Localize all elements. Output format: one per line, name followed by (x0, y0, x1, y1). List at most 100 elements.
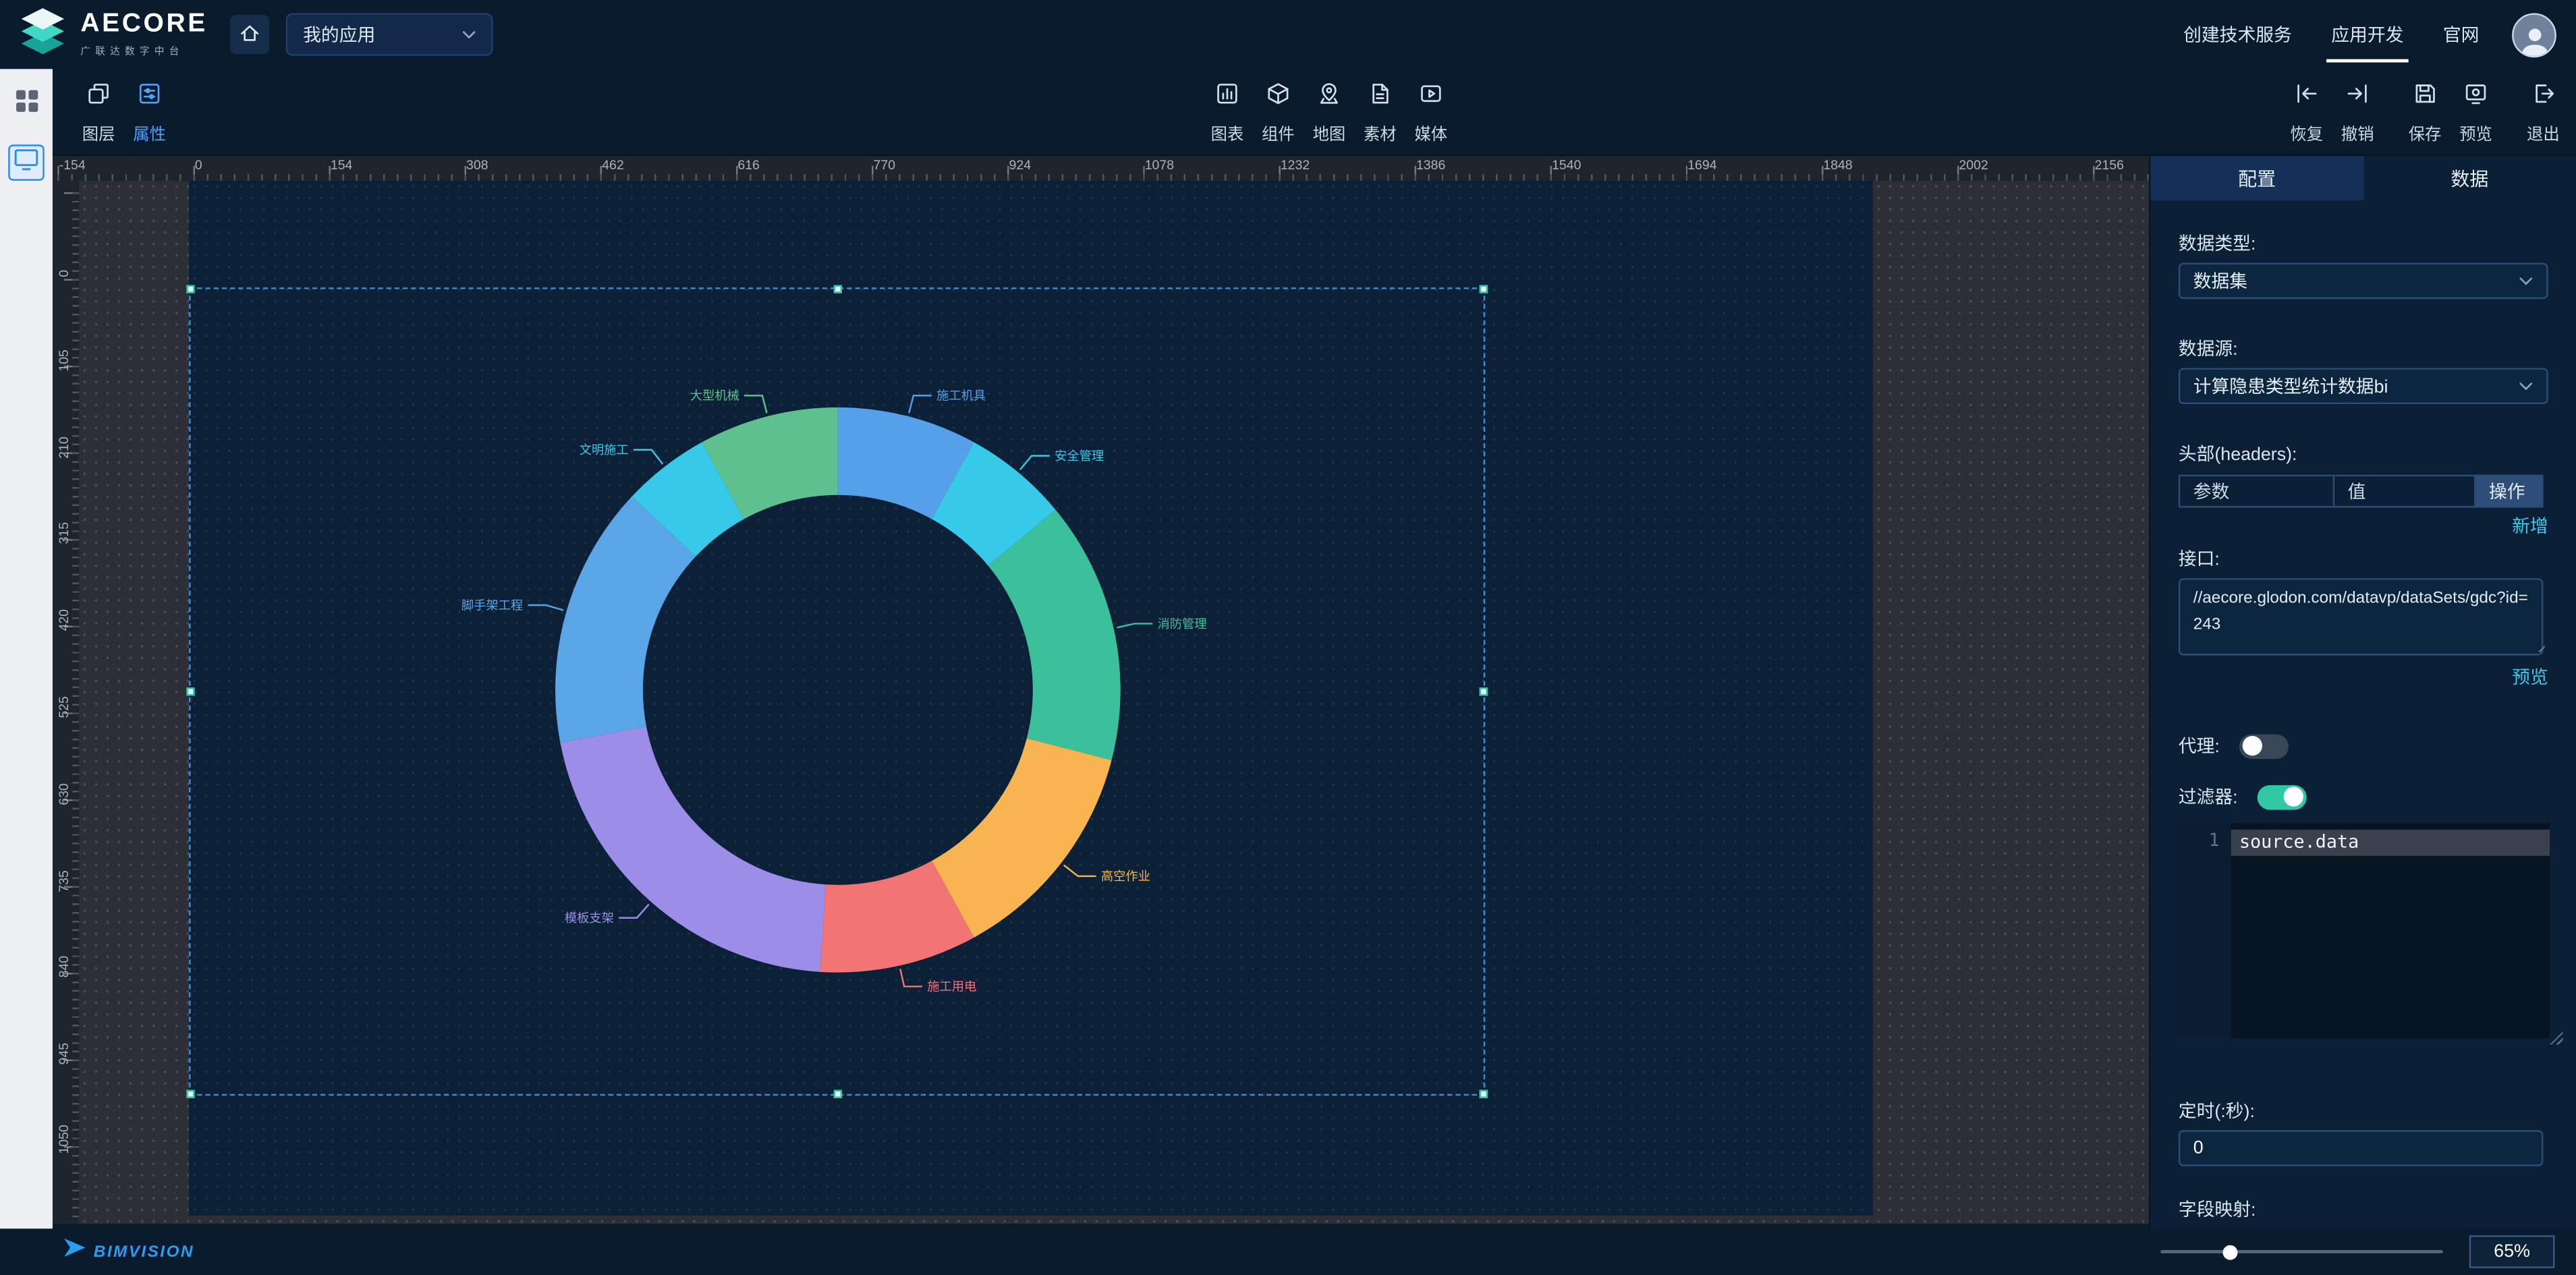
filter-code-editor[interactable]: 1 source.data (2175, 823, 2550, 1038)
restore-icon (2293, 80, 2320, 115)
brand-title: AECORE (80, 11, 208, 38)
ruler-mark-h: 2156 (2095, 158, 2124, 173)
resize-handle-e[interactable] (1480, 687, 1488, 696)
nav-create-tech-service[interactable]: 创建技术服务 (2183, 0, 2292, 69)
filter-toggle[interactable] (2258, 785, 2307, 810)
toolbar-label: 媒体 (1415, 120, 1448, 145)
materials-button[interactable]: 素材 (1355, 69, 1405, 144)
properties-icon (136, 80, 163, 115)
resize-handle-n[interactable] (833, 285, 841, 293)
proxy-toggle[interactable] (2239, 733, 2289, 758)
preview-data-link[interactable]: 预览 (2179, 669, 2548, 690)
donut-label-line (634, 450, 663, 464)
donut-label: 安全管理 (1055, 449, 1104, 463)
save-button[interactable]: 保存 (2401, 69, 2450, 144)
component-icon (1265, 80, 1291, 115)
resize-handle-w[interactable] (186, 687, 194, 696)
restore-button[interactable]: 恢复 (2282, 69, 2331, 144)
toolbar-left-group: 图层 属性 (74, 69, 175, 144)
bimvision-brand: BIMVISION (63, 1237, 194, 1267)
ruler-mark-v: 420 (57, 607, 72, 633)
toolbar-center-group: 图表 组件 地图 素材 (1202, 69, 1455, 144)
data-source-select[interactable]: 计算隐患类型统计数据bi (2179, 368, 2548, 404)
nav-app-development[interactable]: 应用开发 (2331, 0, 2403, 69)
undo-icon (2345, 80, 2371, 115)
resize-handle-sw[interactable] (186, 1090, 194, 1098)
ruler-mark-h: 462 (602, 158, 624, 173)
layers-panel-button[interactable]: 图层 (74, 69, 123, 144)
config-panel: 配置 数据 数据类型: 数据集 数据源: 计算隐患类型统计数据bi 头部(hea… (2149, 156, 2576, 1228)
donut-label: 施工用电 (927, 980, 976, 994)
app-select[interactable]: 我的应用 (287, 13, 494, 55)
api-url-input[interactable]: //aecore.glodon.com/datavp/dataSets/gdc?… (2179, 578, 2544, 655)
ruler-mark-v: 1050 (57, 1128, 72, 1154)
components-button[interactable]: 组件 (1254, 69, 1303, 144)
donut-label-line (1064, 865, 1096, 876)
media-button[interactable]: 媒体 (1406, 69, 1455, 144)
tab-config[interactable]: 配置 (2150, 156, 2363, 200)
ruler-vertical: 01052103154205256307358409451050 (53, 181, 79, 1224)
resize-handle-s[interactable] (833, 1090, 841, 1098)
pages-grid-button[interactable] (8, 87, 45, 123)
ruler-mark-h: 1848 (1823, 158, 1852, 173)
donut-label-line (619, 905, 648, 918)
tab-data[interactable]: 数据 (2363, 156, 2576, 200)
bimvision-logo-icon (63, 1237, 88, 1267)
data-type-select[interactable]: 数据集 (2179, 263, 2548, 300)
toggle-knob (2284, 787, 2303, 806)
properties-panel-button[interactable]: 属性 (125, 69, 174, 144)
chevron-down-icon (2519, 376, 2533, 396)
donut-segment[interactable] (932, 739, 1111, 938)
data-source-label: 数据源: (2179, 335, 2548, 362)
editor-code-line: source.data (2231, 830, 2550, 856)
app-select-value: 我的应用 (303, 22, 375, 48)
toolbar-label: 图表 (1211, 120, 1244, 145)
chart-icon (1214, 80, 1240, 115)
toolbar-label: 预览 (2459, 120, 2492, 145)
donut-segment[interactable] (560, 727, 825, 972)
data-type-value: 数据集 (2193, 268, 2247, 294)
donut-label: 文明施工 (580, 443, 629, 457)
toolbar-label: 素材 (1364, 120, 1397, 145)
home-icon (239, 20, 262, 48)
resize-handle-se[interactable] (1480, 1090, 1488, 1098)
toolbar-label: 地图 (1313, 120, 1346, 145)
map-button[interactable]: 地图 (1304, 69, 1353, 144)
user-avatar[interactable] (2512, 12, 2556, 57)
undo-button[interactable]: 撤销 (2333, 69, 2382, 144)
donut-label-line (900, 969, 922, 986)
brand-subtitle: 广联达数字中台 (80, 42, 208, 57)
brand: AECORE 广联达数字中台 (0, 6, 208, 63)
preview-button[interactable]: 预览 (2451, 69, 2500, 144)
map-pin-icon (1316, 80, 1342, 115)
resize-handle-nw[interactable] (186, 285, 194, 293)
add-header-link[interactable]: 新增 (2179, 517, 2548, 539)
api-input-wrapper: //aecore.glodon.com/datavp/dataSets/gdc?… (2179, 578, 2548, 655)
zoom-slider[interactable] (2160, 1250, 2443, 1253)
ruler-mark-h: 1540 (1552, 158, 1581, 173)
editor-gutter: 1 (2175, 823, 2231, 1038)
ruler-mark-v: 735 (57, 868, 72, 894)
page-thumbnail-button[interactable] (8, 144, 45, 181)
zoom-slider-knob[interactable] (2223, 1245, 2238, 1259)
donut-label: 模板支架 (565, 911, 614, 925)
ruler-mark-h: 0 (195, 158, 202, 173)
exit-button[interactable]: 退出 (2519, 69, 2568, 144)
nav-official-site[interactable]: 官网 (2443, 0, 2480, 69)
chevron-down-icon (2519, 271, 2533, 291)
ruler-mark-h: 2002 (1959, 158, 1988, 173)
design-canvas[interactable]: 施工机具安全管理消防管理高空作业施工用电模板支架脚手架工程文明施工大型机械 (189, 181, 1873, 1216)
ruler-mark-v: 0 (57, 260, 72, 287)
api-label: 接口: (2179, 545, 2548, 571)
toolbar-label: 组件 (1262, 120, 1295, 145)
timer-input[interactable] (2179, 1130, 2544, 1166)
donut-label: 高空作业 (1101, 869, 1150, 883)
toolbar-label: 属性 (133, 120, 166, 145)
editor-code-area: source.data (2231, 823, 2550, 1038)
resize-handle-ne[interactable] (1480, 285, 1488, 293)
toolbar-label: 撤销 (2341, 120, 2374, 145)
donut-chart[interactable]: 施工机具安全管理消防管理高空作业施工用电模板支架脚手架工程文明施工大型机械 (189, 181, 1873, 1216)
charts-button[interactable]: 图表 (1202, 69, 1252, 144)
ruler-mark-h: 1386 (1416, 158, 1445, 173)
home-button[interactable] (231, 15, 270, 54)
